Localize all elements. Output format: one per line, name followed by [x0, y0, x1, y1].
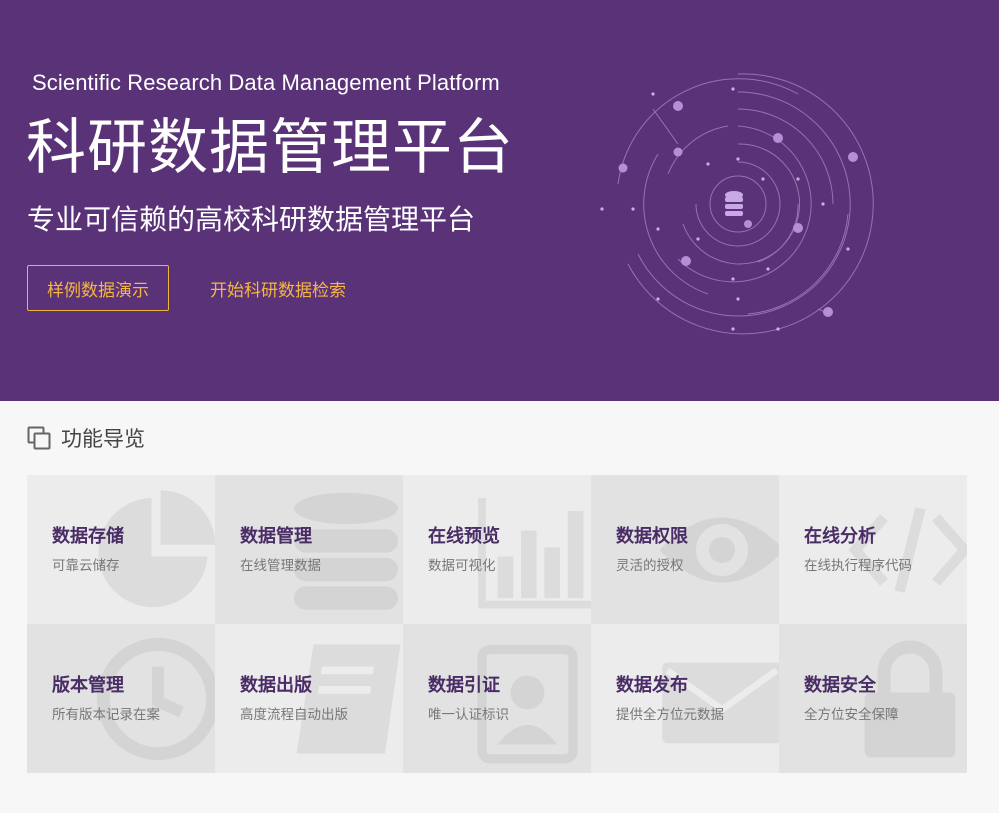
hero-english-subtitle: Scientific Research Data Management Plat…	[32, 70, 500, 95]
feature-title: 数据出版	[240, 675, 312, 696]
feature-card-data-management[interactable]: 数据管理 在线管理数据	[215, 475, 403, 624]
feature-title: 数据存储	[52, 526, 124, 547]
code-icon	[848, 507, 967, 593]
feature-desc: 在线执行程序代码	[804, 558, 912, 574]
hero-tagline: 专业可信赖的高校科研数据管理平台	[27, 203, 476, 236]
feature-card-data-permissions[interactable]: 数据权限 灵活的授权	[591, 475, 779, 624]
database-icon	[294, 492, 398, 610]
feature-card-version-management[interactable]: 版本管理 所有版本记录在案	[27, 624, 215, 773]
feature-title: 数据引证	[428, 675, 500, 696]
feature-card-data-release[interactable]: 数据发布 提供全方位元数据	[591, 624, 779, 773]
feature-desc: 可靠云储存	[52, 558, 120, 574]
feature-desc: 数据可视化	[428, 558, 496, 574]
feature-card-data-storage[interactable]: 数据存储 可靠云储存	[27, 475, 215, 624]
feature-card-online-analysis[interactable]: 在线分析 在线执行程序代码	[779, 475, 967, 624]
feature-title: 版本管理	[52, 675, 124, 696]
feature-title: 数据安全	[804, 675, 876, 696]
feature-title: 数据权限	[616, 526, 688, 547]
clock-icon	[96, 637, 215, 761]
feature-title: 数据发布	[616, 675, 688, 696]
bar-chart-icon	[478, 498, 591, 609]
feature-card-data-publishing[interactable]: 数据出版 高度流程自动出版	[215, 624, 403, 773]
id-badge-icon	[477, 645, 578, 764]
feature-grid: 数据存储 可靠云储存 数据管理 在线管理数据 在线预览 数据可视化 数据权限 灵	[27, 475, 967, 773]
envelope-icon	[662, 662, 779, 744]
feature-desc: 所有版本记录在案	[52, 707, 160, 723]
feature-desc: 唯一认证标识	[428, 707, 509, 723]
eye-icon	[659, 517, 779, 583]
feature-desc: 高度流程自动出版	[240, 707, 348, 723]
lock-icon	[864, 640, 956, 758]
feature-title: 在线预览	[428, 526, 500, 547]
feature-title: 数据管理	[240, 526, 312, 547]
feature-card-data-security[interactable]: 数据安全 全方位安全保障	[779, 624, 967, 773]
feature-title: 在线分析	[804, 526, 876, 547]
hero-banner: Scientific Research Data Management Plat…	[0, 0, 999, 401]
feature-desc: 在线管理数据	[240, 558, 321, 574]
feature-desc: 提供全方位元数据	[616, 707, 724, 723]
section-title: 功能导览	[61, 427, 145, 451]
pie-chart-icon	[98, 490, 215, 608]
data-rings-illustration	[600, 73, 874, 335]
copy-icon	[27, 426, 51, 450]
feature-card-data-citation[interactable]: 数据引证 唯一认证标识	[403, 624, 591, 773]
feature-section-heading: 功能导览	[27, 423, 145, 453]
demo-data-button[interactable]: 样例数据演示	[27, 265, 169, 311]
feature-desc: 全方位安全保障	[804, 707, 899, 723]
hero-title: 科研数据管理平台	[26, 113, 514, 183]
feature-desc: 灵活的授权	[616, 558, 684, 574]
book-icon	[296, 644, 401, 754]
feature-card-online-preview[interactable]: 在线预览 数据可视化	[403, 475, 591, 624]
start-search-link[interactable]: 开始科研数据检索	[210, 265, 346, 311]
